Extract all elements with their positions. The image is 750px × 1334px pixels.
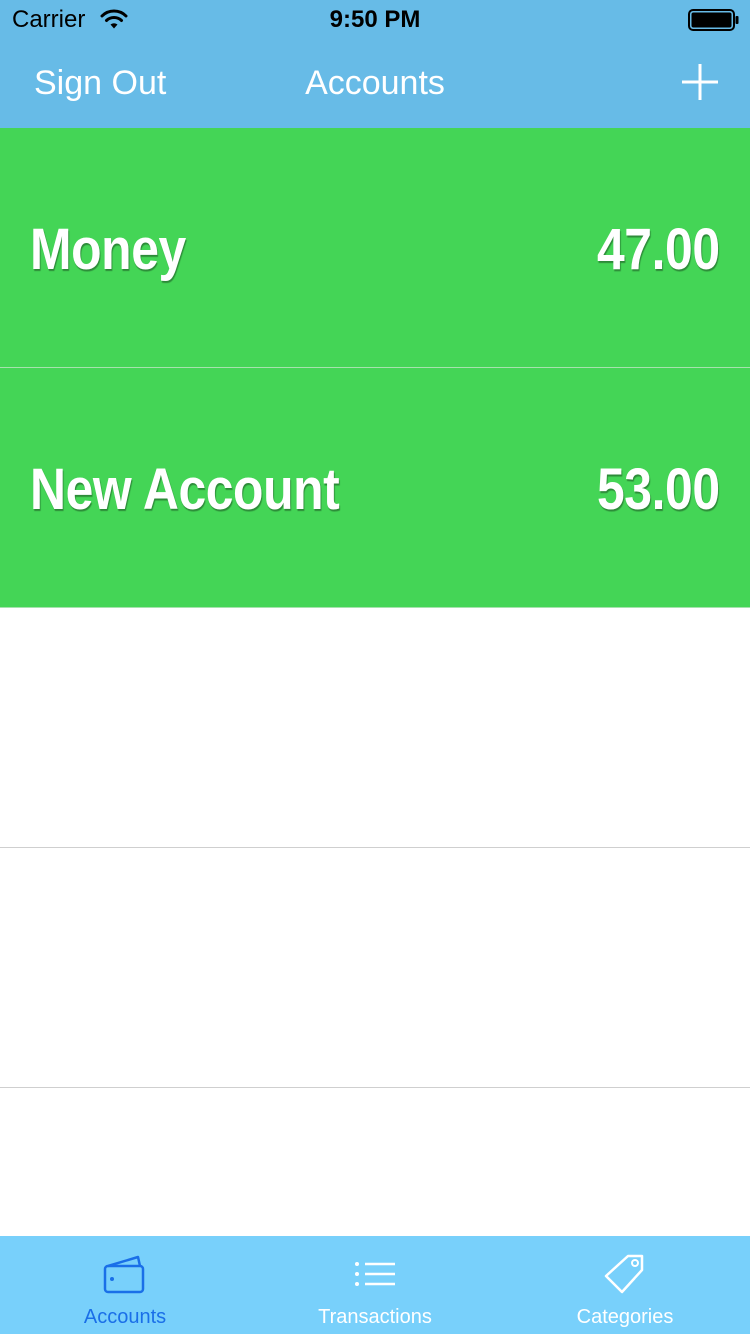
tag-icon: [602, 1254, 648, 1296]
tab-transactions[interactable]: Transactions: [250, 1236, 500, 1334]
plus-icon: [682, 64, 718, 100]
tab-bar: Accounts Transactions Categories: [0, 1236, 750, 1334]
tab-label: Transactions: [318, 1306, 432, 1328]
sign-out-button[interactable]: Sign Out: [34, 64, 166, 103]
account-name: New Account: [30, 457, 340, 522]
status-bar: Carrier 9:50 PM: [0, 0, 750, 40]
tab-label: Accounts: [83, 1306, 167, 1328]
header: Carrier 9:50 PM Sign Out Accounts: [0, 0, 750, 128]
tab-label: Categories: [576, 1306, 674, 1328]
battery-full-icon: [688, 9, 740, 31]
account-balance: 53.00: [597, 457, 720, 522]
list-icon: [352, 1254, 398, 1296]
add-account-button[interactable]: [676, 58, 724, 106]
empty-row: [0, 608, 750, 848]
empty-row: [0, 848, 750, 1088]
account-row[interactable]: New Account 53.00: [0, 368, 750, 608]
tab-accounts[interactable]: Accounts: [0, 1236, 250, 1334]
status-time: 9:50 PM: [329, 6, 421, 33]
accounts-list: Money 47.00 New Account 53.00: [0, 128, 750, 1088]
account-row[interactable]: Money 47.00: [0, 128, 750, 368]
wallet-icon: [102, 1254, 148, 1296]
account-balance: 47.00: [597, 217, 720, 282]
navigation-bar: Sign Out Accounts: [0, 40, 750, 128]
tab-categories[interactable]: Categories: [500, 1236, 750, 1334]
account-name: Money: [30, 217, 186, 282]
